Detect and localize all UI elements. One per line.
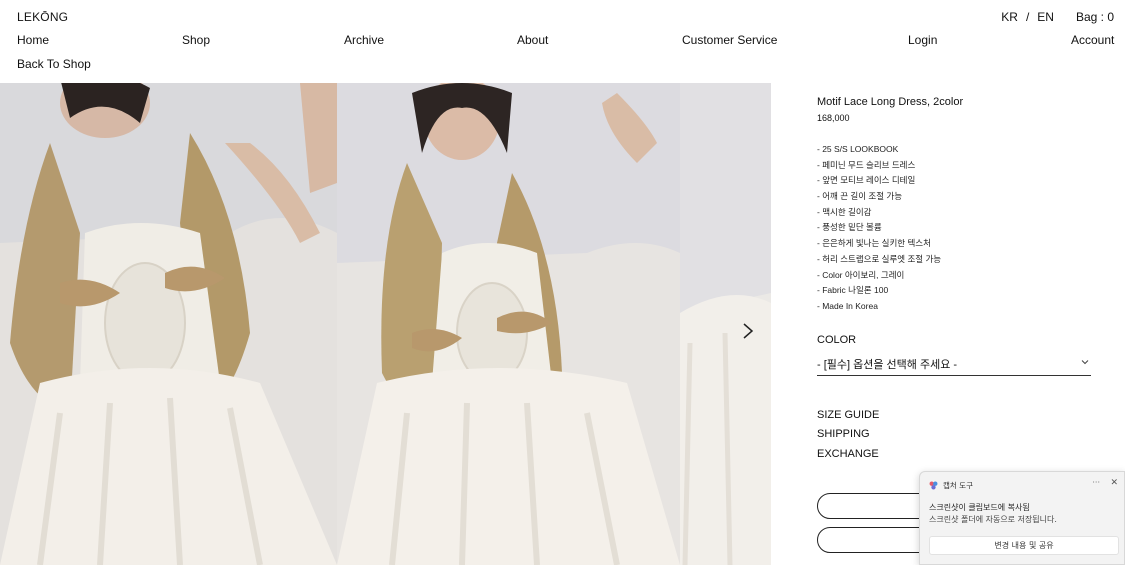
lang-en-link[interactable]: EN	[1037, 10, 1054, 24]
edit-and-share-button[interactable]: 변경 내용 및 공유	[929, 536, 1119, 555]
product-photo-2	[337, 83, 680, 565]
nav-customer-service[interactable]: Customer Service	[682, 33, 777, 47]
description-line: - Color 아이보리, 그레이	[817, 269, 905, 280]
product-photo-1	[0, 83, 337, 565]
toast-header: 캡처 도구	[929, 480, 973, 491]
snipping-tool-icon	[929, 481, 938, 490]
capture-notification[interactable]: 캡처 도구 ··· ✕ 스크린샷이 클립보드에 복사됨 스크린샷 폴더에 자동으…	[919, 471, 1125, 565]
color-label: COLOR	[817, 334, 857, 346]
nav-account[interactable]: Account	[1071, 33, 1114, 47]
product-price: 168,000	[817, 113, 850, 123]
close-icon[interactable]: ✕	[1110, 478, 1118, 488]
shipping-link[interactable]: SHIPPING	[817, 428, 879, 447]
toast-subtitle: 스크린샷 폴더에 자동으로 저장됩니다.	[929, 515, 1057, 524]
description-line: - 풍성한 밑단 볼륨	[817, 222, 882, 233]
product-description: - 25 S/S LOOKBOOK - 페미닌 무드 슬리브 드레스 - 앞면 …	[817, 142, 1092, 315]
chevron-down-icon	[1081, 360, 1089, 365]
lang-kr-link[interactable]: KR	[1001, 10, 1018, 24]
description-line: - 25 S/S LOOKBOOK	[817, 144, 899, 154]
color-select-value: - [필수] 옵션을 선택해 주세요 -	[817, 359, 958, 371]
color-select[interactable]: - [필수] 옵션을 선택해 주세요 -	[817, 352, 1091, 376]
description-line: - 은은하게 빛나는 실키한 텍스처	[817, 238, 931, 249]
main-nav: Home Shop Archive About Customer Service…	[0, 33, 1125, 49]
product-gallery[interactable]	[0, 83, 771, 565]
toast-title: 스크린샷이 클립보드에 복사됨	[929, 503, 1030, 512]
description-line: - 앞면 모티브 레이스 디테일	[817, 175, 916, 186]
info-links: SIZE GUIDE SHIPPING EXCHANGE	[817, 409, 879, 467]
size-guide-link[interactable]: SIZE GUIDE	[817, 409, 879, 428]
nav-about[interactable]: About	[517, 33, 548, 47]
brand-logo[interactable]: LEKŌNG	[17, 10, 68, 24]
description-line: - 맥시한 길이감	[817, 206, 872, 217]
description-line: - 페미닌 무드 슬리브 드레스	[817, 159, 916, 170]
description-line: - Fabric 나일론 100	[817, 285, 889, 296]
nav-home[interactable]: Home	[17, 33, 49, 47]
description-line: - 어깨 끈 길이 조절 가능	[817, 191, 903, 202]
bag-link[interactable]: Bag : 0	[1076, 10, 1114, 24]
nav-shop[interactable]: Shop	[182, 33, 210, 47]
header-utilities: KR / EN Bag : 0	[1001, 10, 1114, 24]
product-title: Motif Lace Long Dress, 2color	[817, 96, 964, 108]
toast-app-name: 캡처 도구	[943, 481, 973, 490]
back-to-shop-link[interactable]: Back To Shop	[17, 57, 91, 71]
nav-archive[interactable]: Archive	[344, 33, 384, 47]
description-line: - Made In Korea	[817, 300, 878, 311]
more-options-icon[interactable]: ···	[1092, 478, 1100, 487]
chevron-right-icon[interactable]	[738, 321, 758, 341]
description-line: - 허리 스트랩으로 실루엣 조절 가능	[817, 253, 942, 264]
product-info: Motif Lace Long Dress, 2color 168,000 - …	[817, 96, 1092, 315]
exchange-link[interactable]: EXCHANGE	[817, 448, 879, 467]
nav-login[interactable]: Login	[908, 33, 937, 47]
lang-separator: /	[1025, 10, 1030, 24]
